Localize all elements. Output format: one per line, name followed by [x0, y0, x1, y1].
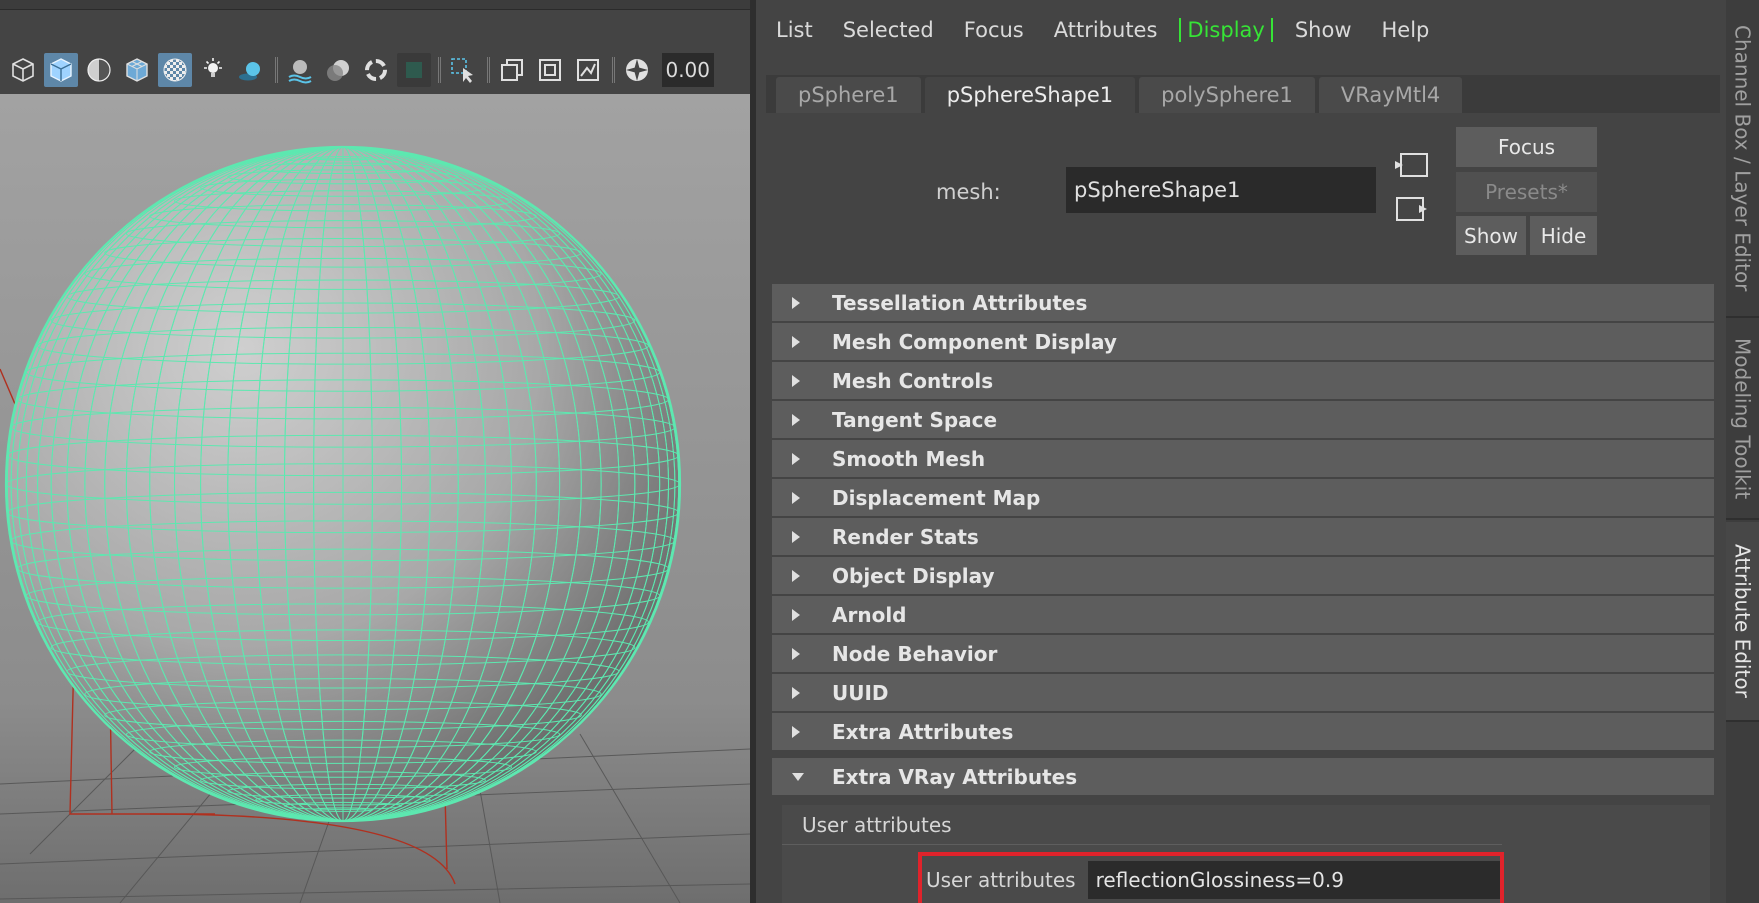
viewport-top-strip — [0, 0, 750, 10]
film-gate-icon[interactable] — [533, 53, 567, 87]
side-tab-bar: Channel Box / Layer Editor Modeling Tool… — [1726, 0, 1759, 903]
viewport-panel[interactable]: 0.00 — [0, 0, 750, 903]
section-label: Mesh Component Display — [832, 329, 1117, 354]
grid-toggle-icon[interactable] — [495, 53, 529, 87]
section-label: Extra Attributes — [832, 719, 1014, 744]
section-extra-vray-attributes[interactable]: Extra VRay Attributes — [772, 758, 1714, 795]
light-bulb-icon[interactable] — [196, 53, 230, 87]
section-label: Render Stats — [832, 524, 979, 549]
input-connections-icon[interactable] — [1393, 148, 1433, 184]
wire-on-shaded-icon[interactable] — [120, 53, 154, 87]
depth-of-field-icon[interactable] — [397, 53, 431, 87]
section-smooth-mesh[interactable]: Smooth Mesh — [772, 440, 1714, 477]
wireframe-cube-icon[interactable] — [6, 53, 40, 87]
anti-alias-icon[interactable] — [359, 53, 393, 87]
section-label: Tessellation Attributes — [832, 290, 1088, 315]
expand-arrow-right-icon[interactable] — [792, 608, 800, 621]
resolution-gate-icon[interactable] — [571, 53, 605, 87]
mesh-label: mesh: — [936, 180, 1001, 204]
motion-blur-icon[interactable] — [321, 53, 355, 87]
toolbar-separator — [438, 57, 441, 83]
section-tangent-space[interactable]: Tangent Space — [772, 401, 1714, 438]
user-attributes-field[interactable] — [1087, 860, 1500, 899]
textured-sphere-icon[interactable] — [82, 53, 116, 87]
focus-button[interactable]: Focus — [1456, 127, 1597, 167]
section-tessellation-attributes[interactable]: Tessellation Attributes — [772, 284, 1714, 321]
viewport-scene[interactable] — [0, 94, 750, 903]
output-connections-icon[interactable] — [1393, 192, 1433, 228]
attribute-sections: Tessellation Attributes Mesh Component Di… — [772, 284, 1714, 797]
section-label: Tangent Space — [832, 407, 998, 432]
tab-psphere1[interactable]: pSphere1 — [776, 77, 921, 113]
section-label: Node Behavior — [832, 641, 998, 666]
section-arnold[interactable]: Arnold — [772, 596, 1714, 633]
tab-psphereshape1[interactable]: pSphereShape1 — [924, 77, 1136, 113]
user-attributes-label: User attributes — [926, 867, 1076, 892]
ambient-occlusion-icon[interactable] — [283, 53, 317, 87]
expand-arrow-right-icon[interactable] — [792, 374, 800, 387]
section-displacement-map[interactable]: Displacement Map — [772, 479, 1714, 516]
menu-list[interactable]: List — [776, 18, 813, 42]
toolbar-separator — [275, 57, 278, 83]
ae-node-tabs: pSphere1 pSphereShape1 polySphere1 VRayMtl4 — [766, 75, 1720, 113]
menu-display[interactable]: Display — [1179, 18, 1273, 42]
hide-button[interactable]: Hide — [1530, 216, 1597, 255]
expand-arrow-right-icon[interactable] — [792, 686, 800, 699]
section-label: Mesh Controls — [832, 368, 994, 393]
exposure-value[interactable]: 0.00 — [662, 53, 714, 87]
toolbar-separator — [612, 57, 615, 83]
expand-arrow-right-icon[interactable] — [792, 452, 800, 465]
menu-attributes[interactable]: Attributes — [1054, 18, 1158, 42]
section-object-display[interactable]: Object Display — [772, 557, 1714, 594]
presets-button[interactable]: Presets* — [1456, 172, 1597, 212]
tab-vraymtl4[interactable]: VRayMtl4 — [1318, 77, 1463, 113]
expand-arrow-right-icon[interactable] — [792, 491, 800, 504]
menu-focus[interactable]: Focus — [964, 18, 1024, 42]
toolbar-separator — [487, 57, 490, 83]
user-attributes-header[interactable]: User attributes — [782, 805, 1502, 845]
tab-polysphere1[interactable]: polySphere1 — [1139, 77, 1315, 113]
section-label: Smooth Mesh — [832, 446, 986, 471]
user-attributes-row: User attributes — [918, 852, 1504, 903]
expand-arrow-down-icon[interactable] — [792, 772, 804, 781]
section-label: Displacement Map — [832, 485, 1041, 510]
section-uuid[interactable]: UUID — [772, 674, 1714, 711]
expand-arrow-right-icon[interactable] — [792, 725, 800, 738]
shadow-sphere-icon[interactable] — [234, 53, 268, 87]
isolate-select-icon[interactable] — [446, 53, 480, 87]
section-extra-attributes[interactable]: Extra Attributes — [772, 713, 1714, 750]
section-mesh-controls[interactable]: Mesh Controls — [772, 362, 1714, 399]
expand-arrow-right-icon[interactable] — [792, 530, 800, 543]
section-label: Extra VRay Attributes — [832, 764, 1078, 789]
shaded-cube-icon[interactable] — [44, 53, 78, 87]
extra-vray-attributes-body: User attributes User attributes — [782, 805, 1710, 903]
expand-arrow-right-icon[interactable] — [792, 335, 800, 348]
expand-arrow-right-icon[interactable] — [792, 296, 800, 309]
expand-arrow-right-icon[interactable] — [792, 647, 800, 660]
side-tab-modeling-toolkit[interactable]: Modeling Toolkit — [1726, 320, 1759, 520]
section-render-stats[interactable]: Render Stats — [772, 518, 1714, 555]
mesh-name-field[interactable] — [1066, 167, 1376, 213]
section-label: Arnold — [832, 602, 907, 627]
show-button[interactable]: Show — [1456, 216, 1526, 255]
side-tab-channel-box[interactable]: Channel Box / Layer Editor — [1726, 0, 1759, 318]
side-tab-attribute-editor[interactable]: Attribute Editor — [1726, 522, 1759, 722]
menu-show[interactable]: Show — [1295, 18, 1352, 42]
menu-help[interactable]: Help — [1382, 18, 1430, 42]
attribute-editor: List Selected Focus Attributes Display Show He… — [756, 0, 1726, 903]
ae-menubar: List Selected Focus Attributes Display Show He… — [756, 8, 1459, 52]
xray-checker-icon[interactable] — [158, 53, 192, 87]
expand-arrow-right-icon[interactable] — [792, 569, 800, 582]
exposure-icon[interactable] — [620, 53, 654, 87]
section-node-behavior[interactable]: Node Behavior — [772, 635, 1714, 672]
section-label: UUID — [832, 680, 889, 705]
section-label: Object Display — [832, 563, 995, 588]
viewport-toolbar: 0.00 — [0, 46, 750, 94]
expand-arrow-right-icon[interactable] — [792, 413, 800, 426]
section-mesh-component-display[interactable]: Mesh Component Display — [772, 323, 1714, 360]
menu-selected[interactable]: Selected — [843, 18, 934, 42]
